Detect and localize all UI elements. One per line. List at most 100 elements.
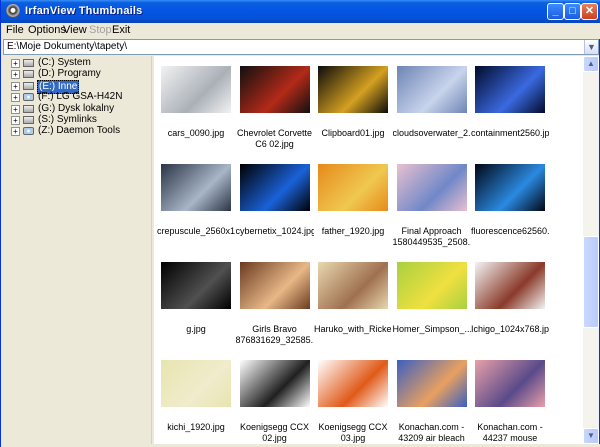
hard-drive-icon: [23, 116, 34, 124]
menu-stop[interactable]: Stop: [89, 24, 112, 36]
thumbnail-caption: Konachan.com - 43209 air bleach c...: [398, 422, 465, 443]
thumbnail-item[interactable]: cloudsoverwater_2...: [393, 60, 471, 156]
folder-tree[interactable]: + (C:) System + (D:) Programy + (E:) Inne + (F:…: [3, 56, 151, 444]
thumbnail-image[interactable]: [161, 66, 231, 113]
tree-item[interactable]: + (D:) Programy: [3, 68, 151, 80]
thumbnail-caption: cars_0090.jpg: [167, 128, 225, 138]
scroll-up-button[interactable]: ▲: [583, 56, 599, 72]
thumbnail-image[interactable]: [239, 66, 310, 113]
menu-options[interactable]: Options: [28, 24, 66, 36]
expand-icon[interactable]: +: [11, 116, 20, 125]
thumbnail-item[interactable]: Ichigo_1024x768.jpg: [471, 256, 549, 352]
tree-item[interactable]: + (Z:) Daemon Tools: [3, 125, 151, 137]
thumbnail-caption: kichi_1920.jpg: [167, 422, 225, 432]
expand-icon[interactable]: +: [11, 59, 20, 68]
thumbnail-caption: Koenigsegg CCX 02.jpg: [239, 422, 310, 443]
address-path: E:\Moje Dokumenty\tapety\: [7, 41, 128, 52]
thumbnail-image[interactable]: [318, 66, 388, 113]
menu-file[interactable]: File: [6, 24, 24, 36]
thumbnail-item[interactable]: g.jpg: [157, 256, 235, 352]
thumbnail-item[interactable]: Homer_Simpson_...: [393, 256, 471, 352]
thumbnail-caption: Homer_Simpson_...: [392, 324, 471, 334]
thumbnail-caption: Ichigo_1024x768.jpg: [471, 324, 549, 334]
thumbnail-item[interactable]: crepuscule_2560x1...: [157, 158, 235, 254]
thumbnail-caption: Final Approach 1580449535_2508...: [392, 226, 471, 247]
thumbnail-caption: Clipboard01.jpg: [321, 128, 385, 138]
thumbnail-item[interactable]: Konachan.com - 43209 air bleach c...: [393, 354, 471, 444]
thumbnail-caption: cloudsoverwater_2...: [392, 128, 471, 138]
thumbnail-caption: fluorescence62560...: [471, 226, 549, 236]
thumbnail-caption: crepuscule_2560x1...: [157, 226, 235, 236]
thumbnail-image[interactable]: [239, 360, 310, 407]
thumbnail-item[interactable]: Final Approach 1580449535_2508...: [393, 158, 471, 254]
thumbnail-item[interactable]: Girls Bravo 876831629_32585...: [236, 256, 314, 352]
thumbnail-image[interactable]: [396, 66, 467, 113]
thumbnail-image[interactable]: [318, 360, 388, 407]
thumbnail-item[interactable]: kichi_1920.jpg: [157, 354, 235, 444]
thumbnail-image[interactable]: [239, 262, 310, 309]
tree-item-label: (Z:) Daemon Tools: [38, 125, 121, 137]
menu-view[interactable]: View: [63, 24, 87, 36]
thumbnail-image[interactable]: [396, 262, 467, 309]
arrow-down-icon: ▼: [587, 431, 595, 440]
maximize-button[interactable]: □: [564, 3, 581, 20]
menu-bar: File Options View Stop Exit: [2, 23, 600, 39]
expand-icon[interactable]: +: [11, 81, 20, 91]
thumbnail-image[interactable]: [161, 360, 231, 407]
thumbnail-item[interactable]: fluorescence62560...: [471, 158, 549, 254]
thumbnail-item[interactable]: Konachan.com - 44237 mouse naga...: [471, 354, 549, 444]
hard-drive-icon: [23, 104, 34, 113]
thumbnail-image[interactable]: [475, 164, 545, 211]
thumbnail-item[interactable]: Koenigsegg CCX 03.jpg: [314, 354, 392, 444]
thumbnail-item[interactable]: Clipboard01.jpg: [314, 60, 392, 156]
vertical-scrollbar[interactable]: ▲ ▼: [583, 56, 599, 444]
scroll-down-button[interactable]: ▼: [583, 428, 599, 444]
chevron-down-icon: ▼: [587, 42, 596, 52]
thumbnail-caption: Girls Bravo 876831629_32585...: [235, 324, 314, 345]
address-dropdown-button[interactable]: ▼: [584, 40, 598, 54]
thumbnail-image[interactable]: [161, 164, 231, 211]
tree-item[interactable]: + (S:) Symlinks: [3, 114, 151, 126]
tree-item[interactable]: + (F:) LG GSA-H42N: [3, 91, 151, 103]
hard-drive-icon: [23, 70, 34, 79]
thumbnail-image[interactable]: [396, 360, 467, 407]
thumbnail-item[interactable]: Koenigsegg CCX 02.jpg: [236, 354, 314, 444]
cd-drive-icon: [23, 93, 34, 102]
thumbnail-item[interactable]: cars_0090.jpg: [157, 60, 235, 156]
thumbnail-item[interactable]: cybernetix_1024.jpg: [236, 158, 314, 254]
expand-icon[interactable]: +: [11, 70, 20, 80]
menu-exit[interactable]: Exit: [112, 24, 130, 36]
irfanview-icon: [6, 4, 20, 18]
thumbnail-image[interactable]: [318, 164, 388, 211]
scroll-thumb[interactable]: [583, 236, 599, 328]
expand-icon[interactable]: +: [11, 104, 20, 114]
thumbnail-caption: Chevrolet Corvette C6 02.jpg: [236, 128, 313, 149]
title-bar[interactable]: IrfanView Thumbnails _ □ ✕: [1, 0, 600, 23]
expand-icon[interactable]: +: [11, 127, 20, 137]
thumbnail-item[interactable]: Haruko_with_Ricke...: [314, 256, 392, 352]
maximize-icon: □: [569, 5, 576, 17]
address-combobox[interactable]: E:\Moje Dokumenty\tapety\ ▼: [3, 39, 599, 55]
thumbnail-item[interactable]: Chevrolet Corvette C6 02.jpg: [236, 60, 314, 156]
thumbnail-caption: cybernetix_1024.jpg: [235, 226, 314, 236]
minimize-button[interactable]: _: [547, 3, 564, 20]
cd-drive-icon: [23, 127, 34, 136]
tree-item[interactable]: + (C:) System: [3, 57, 151, 69]
thumbnail-image[interactable]: [475, 360, 545, 407]
thumbnail-item[interactable]: father_1920.jpg: [314, 158, 392, 254]
thumbnail-image[interactable]: [161, 262, 231, 309]
tree-item[interactable]: + (G:) Dysk lokalny: [3, 103, 151, 115]
thumbnail-image[interactable]: [239, 164, 310, 211]
irfanview-window: IrfanView Thumbnails _ □ ✕ File Options …: [0, 0, 600, 447]
minimize-icon: _: [552, 5, 559, 17]
thumbnail-image[interactable]: [396, 164, 467, 211]
thumbnail-image[interactable]: [475, 66, 545, 113]
thumbnail-caption: Koenigsegg CCX 03.jpg: [318, 422, 388, 443]
thumbnail-image[interactable]: [318, 262, 388, 309]
close-button[interactable]: ✕: [581, 3, 598, 20]
thumbnail-item[interactable]: containment2560.jpg: [471, 60, 549, 156]
expand-icon[interactable]: +: [11, 93, 20, 103]
thumbnail-image[interactable]: [475, 262, 545, 309]
tree-item[interactable]: + (E:) Inne: [3, 79, 151, 94]
thumbnail-grid[interactable]: cars_0090.jpg Chevrolet Corvette C6 02.jp…: [155, 56, 583, 444]
